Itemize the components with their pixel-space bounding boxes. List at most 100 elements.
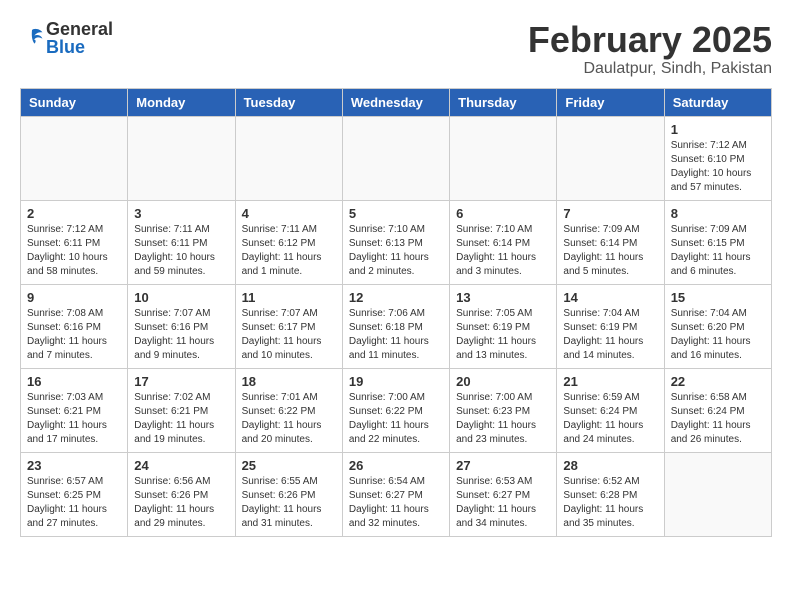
month-title: February 2025 (528, 20, 772, 60)
day-number: 16 (27, 374, 121, 389)
day-number: 28 (563, 458, 657, 473)
day-info: Sunrise: 6:55 AM Sunset: 6:26 PM Dayligh… (242, 475, 336, 531)
day-info: Sunrise: 6:52 AM Sunset: 6:28 PM Dayligh… (563, 475, 657, 531)
calendar-cell: 10 Sunrise: 7:07 AM Sunset: 6:16 PM Dayli… (128, 284, 235, 368)
calendar-cell: 17 Sunrise: 7:02 AM Sunset: 6:21 PM Dayli… (128, 368, 235, 452)
weekday-header-friday: Friday (557, 88, 664, 116)
day-number: 26 (349, 458, 443, 473)
calendar-cell: 14 Sunrise: 7:04 AM Sunset: 6:19 PM Dayli… (557, 284, 664, 368)
calendar-cell: 6 Sunrise: 7:10 AM Sunset: 6:14 PM Daylig… (450, 200, 557, 284)
calendar-cell (128, 116, 235, 200)
day-info: Sunrise: 6:58 AM Sunset: 6:24 PM Dayligh… (671, 391, 765, 447)
day-number: 24 (134, 458, 228, 473)
day-number: 27 (456, 458, 550, 473)
day-info: Sunrise: 7:09 AM Sunset: 6:15 PM Dayligh… (671, 223, 765, 279)
day-number: 4 (242, 206, 336, 221)
day-info: Sunrise: 7:04 AM Sunset: 6:20 PM Dayligh… (671, 307, 765, 363)
calendar-cell (235, 116, 342, 200)
day-info: Sunrise: 6:59 AM Sunset: 6:24 PM Dayligh… (563, 391, 657, 447)
day-number: 6 (456, 206, 550, 221)
day-number: 11 (242, 290, 336, 305)
weekday-header-sunday: Sunday (21, 88, 128, 116)
calendar-cell: 12 Sunrise: 7:06 AM Sunset: 6:18 PM Dayli… (342, 284, 449, 368)
day-info: Sunrise: 7:00 AM Sunset: 6:22 PM Dayligh… (349, 391, 443, 447)
calendar-cell: 15Sunrise: 7:04 AM Sunset: 6:20 PM Dayli… (664, 284, 771, 368)
logo-general-text: General (46, 20, 113, 38)
day-info: Sunrise: 6:54 AM Sunset: 6:27 PM Dayligh… (349, 475, 443, 531)
calendar-cell (21, 116, 128, 200)
calendar-cell: 21 Sunrise: 6:59 AM Sunset: 6:24 PM Dayli… (557, 368, 664, 452)
day-number: 12 (349, 290, 443, 305)
day-info: Sunrise: 6:57 AM Sunset: 6:25 PM Dayligh… (27, 475, 121, 531)
calendar-cell: 27 Sunrise: 6:53 AM Sunset: 6:27 PM Dayli… (450, 452, 557, 536)
calendar-cell: 22Sunrise: 6:58 AM Sunset: 6:24 PM Dayli… (664, 368, 771, 452)
bird-icon (20, 26, 44, 50)
calendar-cell: 3 Sunrise: 7:11 AM Sunset: 6:11 PM Daylig… (128, 200, 235, 284)
day-info: Sunrise: 7:07 AM Sunset: 6:16 PM Dayligh… (134, 307, 228, 363)
calendar-cell: 7Sunrise: 7:09 AM Sunset: 6:14 PM Daylig… (557, 200, 664, 284)
calendar-cell: 1 Sunrise: 7:12 AM Sunset: 6:10 PM Daylig… (664, 116, 771, 200)
day-number: 3 (134, 206, 228, 221)
calendar-cell (342, 116, 449, 200)
day-info: Sunrise: 7:06 AM Sunset: 6:18 PM Dayligh… (349, 307, 443, 363)
calendar-cell: 24 Sunrise: 6:56 AM Sunset: 6:26 PM Dayli… (128, 452, 235, 536)
day-number: 1 (671, 122, 765, 137)
day-number: 18 (242, 374, 336, 389)
day-info: Sunrise: 7:04 AM Sunset: 6:19 PM Dayligh… (563, 307, 657, 363)
calendar-week-row: 23 Sunrise: 6:57 AM Sunset: 6:25 PM Dayli… (21, 452, 772, 536)
calendar-cell: 2 Sunrise: 7:12 AM Sunset: 6:11 PM Daylig… (21, 200, 128, 284)
day-info: Sunrise: 6:56 AM Sunset: 6:26 PM Dayligh… (134, 475, 228, 531)
day-number: 23 (27, 458, 121, 473)
calendar-cell: 11Sunrise: 7:07 AM Sunset: 6:17 PM Dayli… (235, 284, 342, 368)
day-info: Sunrise: 7:11 AM Sunset: 6:12 PM Dayligh… (242, 223, 336, 279)
calendar-cell: 16 Sunrise: 7:03 AM Sunset: 6:21 PM Dayli… (21, 368, 128, 452)
day-info: Sunrise: 7:02 AM Sunset: 6:21 PM Dayligh… (134, 391, 228, 447)
day-number: 10 (134, 290, 228, 305)
calendar-week-row: 9Sunrise: 7:08 AM Sunset: 6:16 PM Daylig… (21, 284, 772, 368)
day-info: Sunrise: 7:12 AM Sunset: 6:11 PM Dayligh… (27, 223, 121, 279)
calendar-cell: 4 Sunrise: 7:11 AM Sunset: 6:12 PM Daylig… (235, 200, 342, 284)
day-info: Sunrise: 7:08 AM Sunset: 6:16 PM Dayligh… (27, 307, 121, 363)
weekday-header-tuesday: Tuesday (235, 88, 342, 116)
day-info: Sunrise: 7:10 AM Sunset: 6:13 PM Dayligh… (349, 223, 443, 279)
weekday-header-wednesday: Wednesday (342, 88, 449, 116)
day-info: Sunrise: 7:12 AM Sunset: 6:10 PM Dayligh… (671, 139, 765, 195)
page-header: General Blue February 2025 Daulatpur, Si… (20, 20, 772, 78)
calendar-cell (450, 116, 557, 200)
calendar-cell: 5Sunrise: 7:10 AM Sunset: 6:13 PM Daylig… (342, 200, 449, 284)
weekday-header-saturday: Saturday (664, 88, 771, 116)
calendar-week-row: 2 Sunrise: 7:12 AM Sunset: 6:11 PM Daylig… (21, 200, 772, 284)
day-info: Sunrise: 6:53 AM Sunset: 6:27 PM Dayligh… (456, 475, 550, 531)
day-number: 13 (456, 290, 550, 305)
day-info: Sunrise: 7:10 AM Sunset: 6:14 PM Dayligh… (456, 223, 550, 279)
calendar-cell: 9Sunrise: 7:08 AM Sunset: 6:16 PM Daylig… (21, 284, 128, 368)
logo-blue-text: Blue (46, 38, 113, 56)
weekday-header-thursday: Thursday (450, 88, 557, 116)
day-info: Sunrise: 7:05 AM Sunset: 6:19 PM Dayligh… (456, 307, 550, 363)
calendar-week-row: 16 Sunrise: 7:03 AM Sunset: 6:21 PM Dayli… (21, 368, 772, 452)
day-info: Sunrise: 7:01 AM Sunset: 6:22 PM Dayligh… (242, 391, 336, 447)
calendar-cell (664, 452, 771, 536)
calendar-week-row: 1 Sunrise: 7:12 AM Sunset: 6:10 PM Daylig… (21, 116, 772, 200)
logo-text: General Blue (46, 20, 113, 56)
logo: General Blue (20, 20, 113, 56)
calendar-cell: 23 Sunrise: 6:57 AM Sunset: 6:25 PM Dayli… (21, 452, 128, 536)
location-title: Daulatpur, Sindh, Pakistan (528, 60, 772, 78)
day-number: 19 (349, 374, 443, 389)
calendar-cell: 25Sunrise: 6:55 AM Sunset: 6:26 PM Dayli… (235, 452, 342, 536)
calendar-cell: 26 Sunrise: 6:54 AM Sunset: 6:27 PM Dayli… (342, 452, 449, 536)
calendar-cell: 19 Sunrise: 7:00 AM Sunset: 6:22 PM Dayli… (342, 368, 449, 452)
calendar-header-row: SundayMondayTuesdayWednesdayThursdayFrid… (21, 88, 772, 116)
calendar-cell: 20Sunrise: 7:00 AM Sunset: 6:23 PM Dayli… (450, 368, 557, 452)
day-number: 17 (134, 374, 228, 389)
day-info: Sunrise: 7:11 AM Sunset: 6:11 PM Dayligh… (134, 223, 228, 279)
calendar-cell: 8Sunrise: 7:09 AM Sunset: 6:15 PM Daylig… (664, 200, 771, 284)
day-number: 7 (563, 206, 657, 221)
day-number: 2 (27, 206, 121, 221)
title-area: February 2025 Daulatpur, Sindh, Pakistan (528, 20, 772, 78)
day-info: Sunrise: 7:03 AM Sunset: 6:21 PM Dayligh… (27, 391, 121, 447)
day-number: 14 (563, 290, 657, 305)
day-number: 21 (563, 374, 657, 389)
calendar-cell (557, 116, 664, 200)
calendar-cell: 18 Sunrise: 7:01 AM Sunset: 6:22 PM Dayli… (235, 368, 342, 452)
